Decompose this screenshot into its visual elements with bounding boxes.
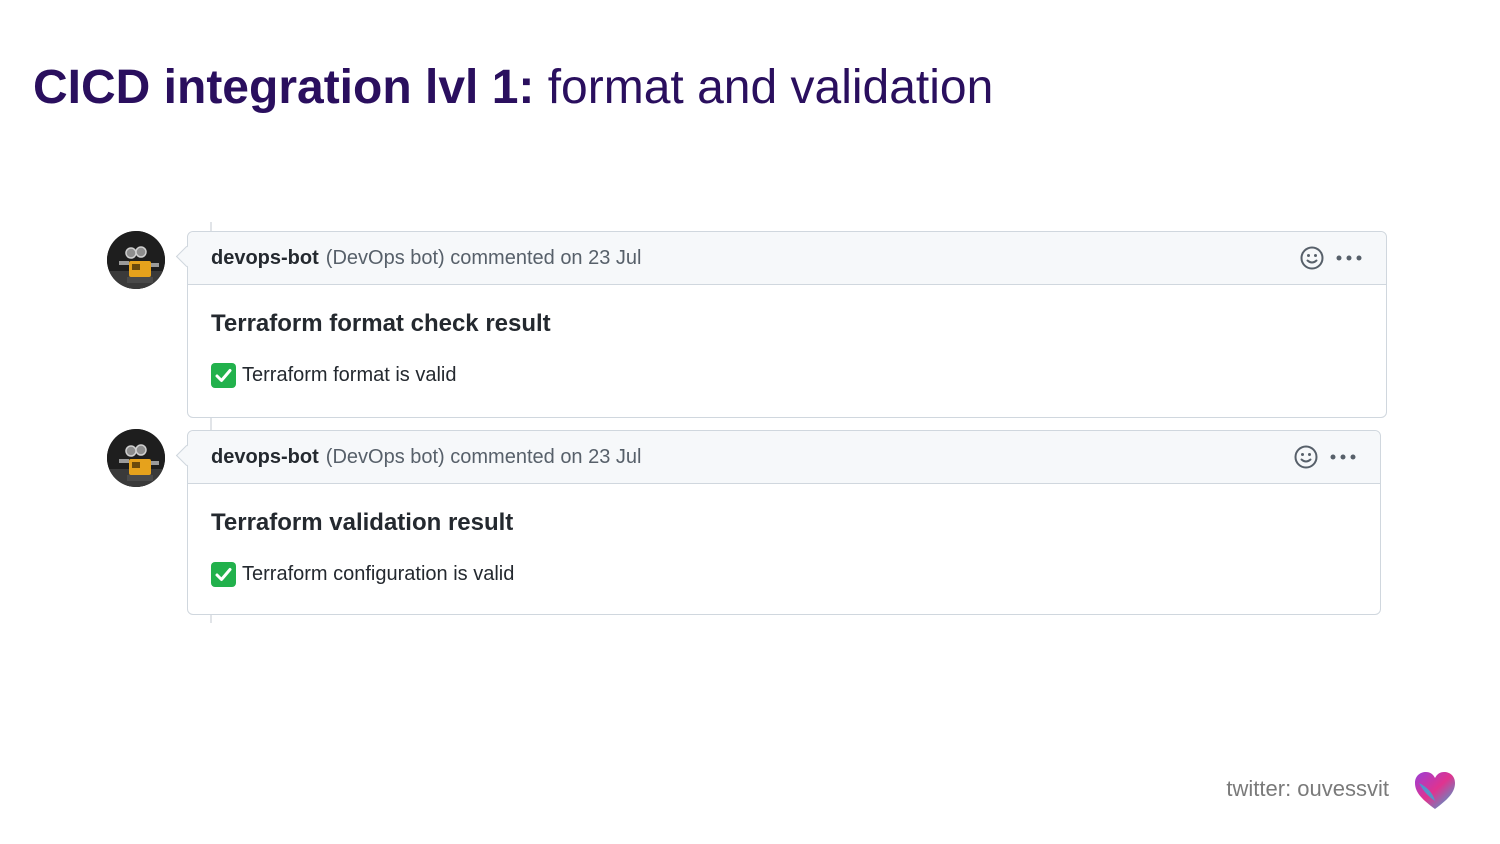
twitter-handle: twitter: ouvessvit: [1226, 776, 1389, 801]
comment-card: devops-bot (DevOps bot) commented on 23 …: [187, 430, 1381, 615]
avatar[interactable]: [107, 429, 165, 487]
comment-card: devops-bot (DevOps bot) commented on 23 …: [187, 231, 1387, 418]
comment-meta: (DevOps bot) commented on 23 Jul: [325, 445, 642, 468]
result-text: Terraform format is valid: [242, 364, 457, 386]
result-line: Terraform configuration is valid: [211, 562, 1357, 587]
slide-title-bold: CICD integration lvl 1:: [33, 61, 535, 114]
comment-author[interactable]: devops-bot: [211, 446, 319, 469]
slide-title-rest: format and validation: [534, 61, 994, 114]
result-line: Terraform format is valid: [211, 363, 1363, 388]
comment-header: devops-bot (DevOps bot) commented on 23 …: [188, 232, 1386, 285]
comment-actions: [1299, 245, 1363, 271]
slide-title: CICD integration lvl 1: format and valid…: [33, 58, 993, 118]
smiley-icon[interactable]: [1299, 245, 1325, 271]
timeline-line: [210, 417, 212, 430]
smiley-icon[interactable]: [1293, 444, 1319, 470]
more-options-icon[interactable]: [1329, 444, 1357, 470]
timeline-line: [210, 614, 212, 623]
avatar[interactable]: [107, 231, 165, 289]
comment-actions: [1293, 444, 1357, 470]
comment-body: Terraform format check result Terraform …: [188, 309, 1386, 388]
more-options-icon[interactable]: [1335, 245, 1363, 271]
white-check-mark-icon: [211, 562, 236, 587]
heart-logo-icon: [1413, 771, 1457, 816]
comment-meta: (DevOps bot) commented on 23 Jul: [325, 246, 642, 269]
result-text: Terraform configuration is valid: [242, 563, 515, 585]
comment-author[interactable]: devops-bot: [211, 247, 319, 270]
comment-heading: Terraform validation result: [211, 509, 514, 536]
comment-heading: Terraform format check result: [211, 310, 551, 337]
comment-body: Terraform validation result Terraform co…: [188, 508, 1380, 587]
white-check-mark-icon: [211, 363, 236, 388]
comment-header: devops-bot (DevOps bot) commented on 23 …: [188, 431, 1380, 484]
